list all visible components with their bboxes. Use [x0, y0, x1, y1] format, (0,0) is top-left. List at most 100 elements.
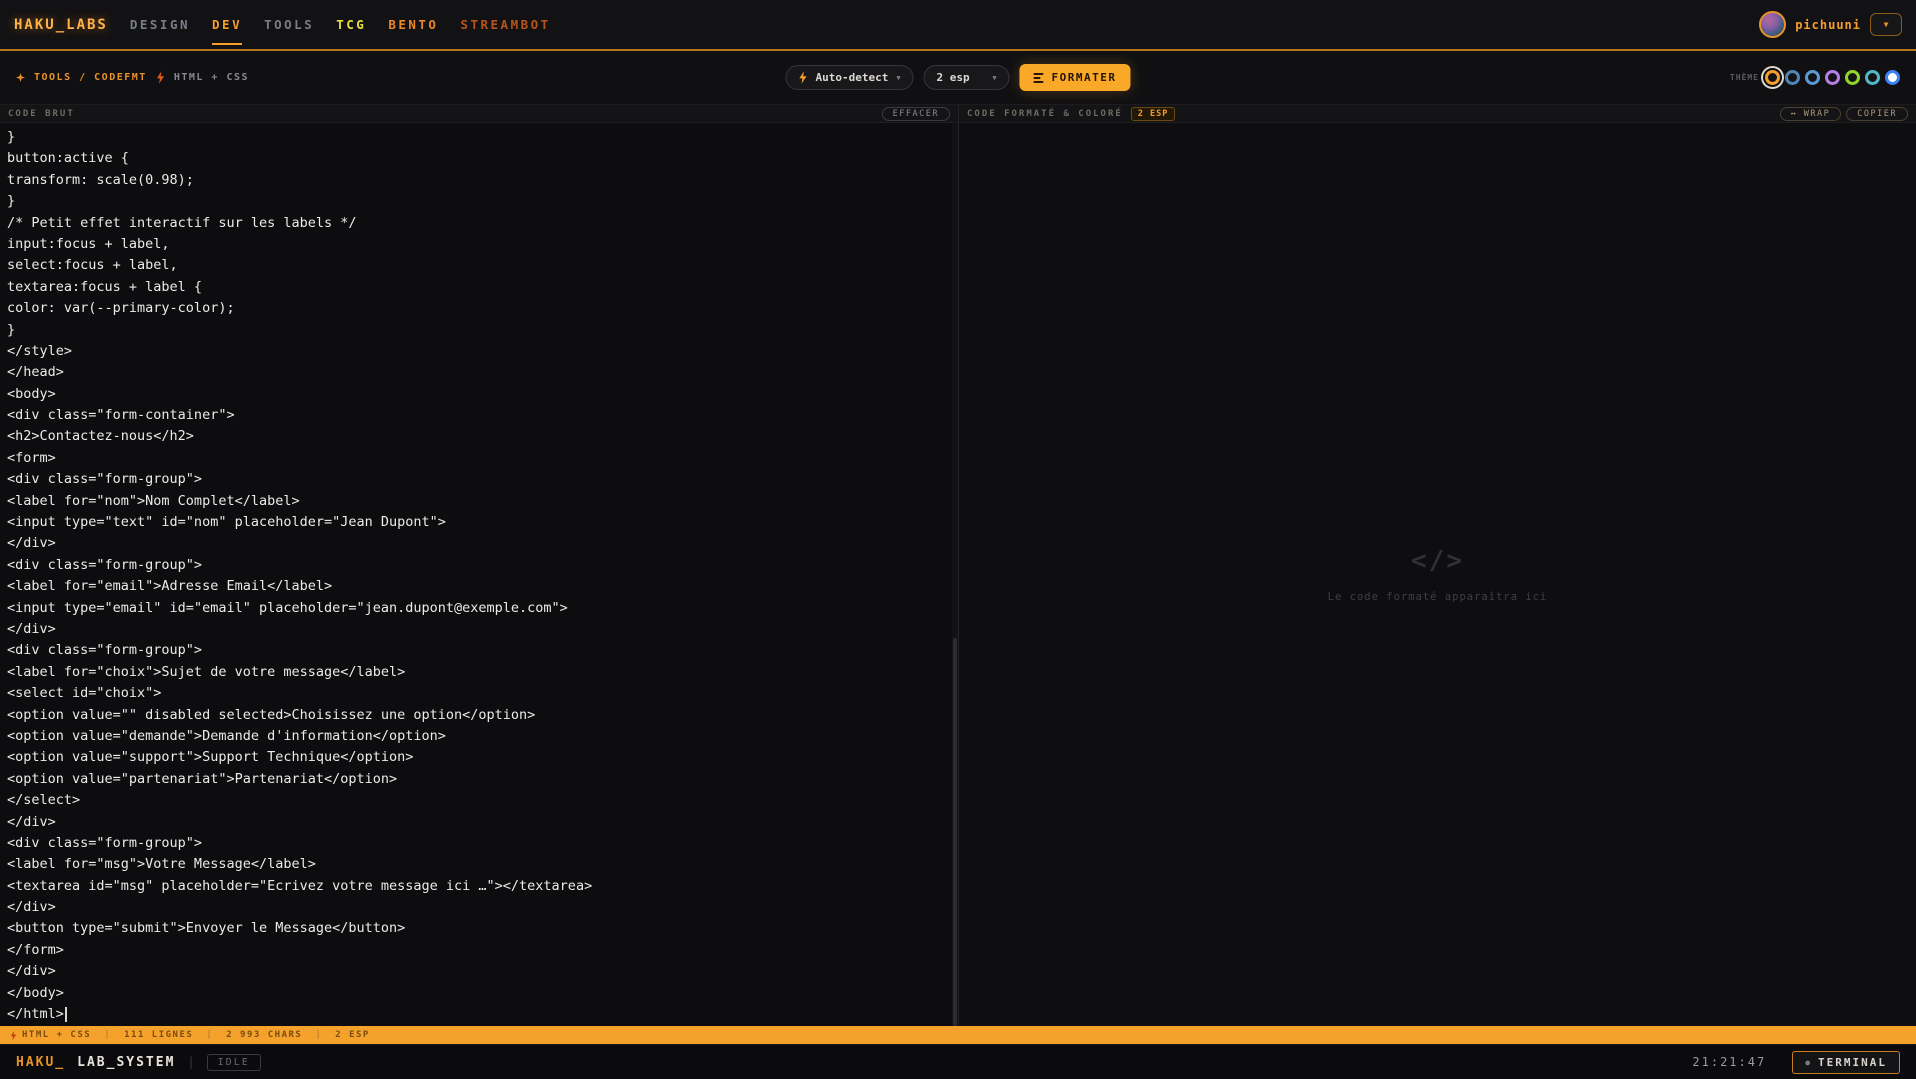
text-cursor — [65, 1007, 67, 1022]
code-editor[interactable]: }button:active {transform: scale(0.98);}… — [0, 123, 958, 1026]
nav-item-tcg[interactable]: TCG — [336, 17, 366, 32]
status-bar: HTML + CSS | 111 LIGNES | 2 993 CHARS | … — [0, 1026, 1916, 1044]
divider: | — [315, 1030, 322, 1040]
code-line: <input type="email" id="email" placehold… — [7, 598, 944, 619]
indent-badge: 2 ESP — [1131, 107, 1176, 121]
code-line: <div class="form-group"> — [7, 833, 944, 854]
code-line: </head> — [7, 362, 944, 383]
code-line: </div> — [7, 897, 944, 918]
code-line: <div class="form-container"> — [7, 405, 944, 426]
code-line: <option value="" disabled selected>Chois… — [7, 705, 944, 726]
status-line-count: 111 LIGNES — [124, 1030, 193, 1040]
chevron-down-icon: ▼ — [1884, 20, 1889, 29]
divider: | — [104, 1030, 111, 1040]
formatted-code-panel-header: CODE FORMATÉ & COLORÉ 2 ESP ↔ WRAP COPIE… — [959, 105, 1916, 123]
nav-item-dev-active[interactable]: DEV — [212, 17, 242, 32]
main-area: CODE BRUT EFFACER }button:active {transf… — [0, 105, 1916, 1026]
terminal-button-label: TERMINAL — [1818, 1056, 1887, 1069]
nav-item-tools[interactable]: TOOLS — [264, 17, 314, 32]
code-line: </div> — [7, 961, 944, 982]
footer-brand-prefix: HAKU_ — [16, 1055, 65, 1070]
format-button-label: FORMATER — [1052, 71, 1117, 84]
code-tag-icon: </> — [1411, 546, 1464, 576]
divider: | — [187, 1055, 194, 1069]
code-line: <select id="choix"> — [7, 683, 944, 704]
format-controls: Auto-detect ▼ 2 esp ▼ FORMATER — [785, 64, 1130, 91]
code-line: <input type="text" id="nom" placeholder=… — [7, 512, 944, 533]
chevron-down-icon: ▼ — [896, 74, 900, 82]
code-line: transform: scale(0.98); — [7, 170, 944, 191]
raw-code-panel-title: CODE BRUT — [8, 109, 75, 119]
user-avatar[interactable] — [1759, 11, 1786, 38]
indent-select-value: 2 esp — [937, 71, 970, 84]
idle-status-badge: IDLE — [207, 1054, 261, 1071]
indent-select[interactable]: 2 esp ▼ — [924, 65, 1010, 90]
formatted-code-panel: CODE FORMATÉ & COLORÉ 2 ESP ↔ WRAP COPIE… — [958, 105, 1916, 1026]
user-dropdown-button[interactable]: ▼ — [1870, 13, 1902, 36]
raw-code-panel-header: CODE BRUT EFFACER — [0, 105, 958, 123]
app-window: HAKU_LABS DESIGN DEV TOOLS TCG BENTO STR… — [0, 0, 1916, 1079]
status-language-label: HTML + CSS — [22, 1030, 91, 1040]
copy-button[interactable]: COPIER — [1846, 107, 1908, 121]
nav-item-streambot[interactable]: STREAMBOT — [460, 17, 550, 32]
status-char-count: 2 993 CHARS — [226, 1030, 302, 1040]
code-line: </body> — [7, 983, 944, 1004]
scrollbar-thumb[interactable] — [953, 638, 957, 1026]
dot-icon: ● — [1805, 1058, 1810, 1067]
code-line: <div class="form-group"> — [7, 469, 944, 490]
footer-system-name: LAB_SYSTEM — [77, 1055, 175, 1070]
code-line: <div class="form-group"> — [7, 555, 944, 576]
terminal-button[interactable]: ● TERMINAL — [1792, 1051, 1900, 1074]
code-line: textarea:focus + label { — [7, 277, 944, 298]
theme-swatch-blue[interactable] — [1805, 70, 1820, 85]
code-line: } — [7, 191, 944, 212]
empty-state: </> Le code formaté apparaîtra ici — [959, 123, 1916, 1026]
system-footer: HAKU_ LAB_SYSTEM | IDLE 21:21:47 ● TERMI… — [0, 1044, 1916, 1079]
theme-swatch-lime[interactable] — [1845, 70, 1860, 85]
code-line: <body> — [7, 384, 944, 405]
code-line: <h2>Contactez-nous</h2> — [7, 426, 944, 447]
username-label: pichuuni — [1795, 18, 1861, 32]
clock: 21:21:47 — [1692, 1055, 1766, 1069]
code-line: button:active { — [7, 148, 944, 169]
code-line: </select> — [7, 790, 944, 811]
raw-code-panel: CODE BRUT EFFACER }button:active {transf… — [0, 105, 958, 1026]
nav-item-bento[interactable]: BENTO — [388, 17, 438, 32]
chevron-down-icon: ▼ — [992, 74, 996, 82]
lightning-icon — [798, 71, 807, 84]
breadcrumb-current: HTML + CSS — [174, 72, 249, 83]
code-line: <div class="form-group"> — [7, 640, 944, 661]
language-select[interactable]: Auto-detect ▼ — [785, 65, 913, 90]
lightning-icon — [10, 1030, 17, 1041]
code-line: </style> — [7, 341, 944, 362]
code-line: color: var(--primary-color); — [7, 298, 944, 319]
align-lines-icon — [1034, 73, 1044, 83]
theme-swatch-steel-blue[interactable] — [1785, 70, 1800, 85]
breadcrumb-path[interactable]: TOOLS / CODEFMT — [34, 72, 147, 83]
code-line: <label for="choix">Sujet de votre messag… — [7, 662, 944, 683]
code-line: /* Petit effet interactif sur les labels… — [7, 213, 944, 234]
top-nav: HAKU_LABS DESIGN DEV TOOLS TCG BENTO STR… — [0, 0, 1916, 51]
code-line: </div> — [7, 812, 944, 833]
brand-logo[interactable]: HAKU_LABS — [14, 17, 108, 33]
wrap-toggle-button[interactable]: ↔ WRAP — [1780, 107, 1842, 121]
code-line: <label for="nom">Nom Complet</label> — [7, 491, 944, 512]
format-button[interactable]: FORMATER — [1020, 64, 1131, 91]
panel-header-actions: ↔ WRAP COPIER — [1780, 107, 1908, 121]
nav-item-design[interactable]: DESIGN — [130, 17, 190, 32]
code-line: </div> — [7, 619, 944, 640]
code-line: select:focus + label, — [7, 255, 944, 276]
code-line: } — [7, 127, 944, 148]
theme-swatch-white[interactable] — [1885, 70, 1900, 85]
code-line: <label for="msg">Votre Message</label> — [7, 854, 944, 875]
code-line: <option value="partenariat">Partenariat<… — [7, 769, 944, 790]
theme-swatch-purple[interactable] — [1825, 70, 1840, 85]
theme-swatch-teal[interactable] — [1865, 70, 1880, 85]
user-menu: pichuuni ▼ — [1759, 11, 1902, 38]
lightning-icon — [156, 71, 165, 84]
star-icon — [16, 73, 25, 82]
code-line: <button type="submit">Envoyer le Message… — [7, 918, 944, 939]
theme-swatch-orange[interactable] — [1765, 70, 1780, 85]
clear-button[interactable]: EFFACER — [882, 107, 950, 121]
toolbar: TOOLS / CODEFMT HTML + CSS Auto-detect ▼… — [0, 51, 1916, 105]
